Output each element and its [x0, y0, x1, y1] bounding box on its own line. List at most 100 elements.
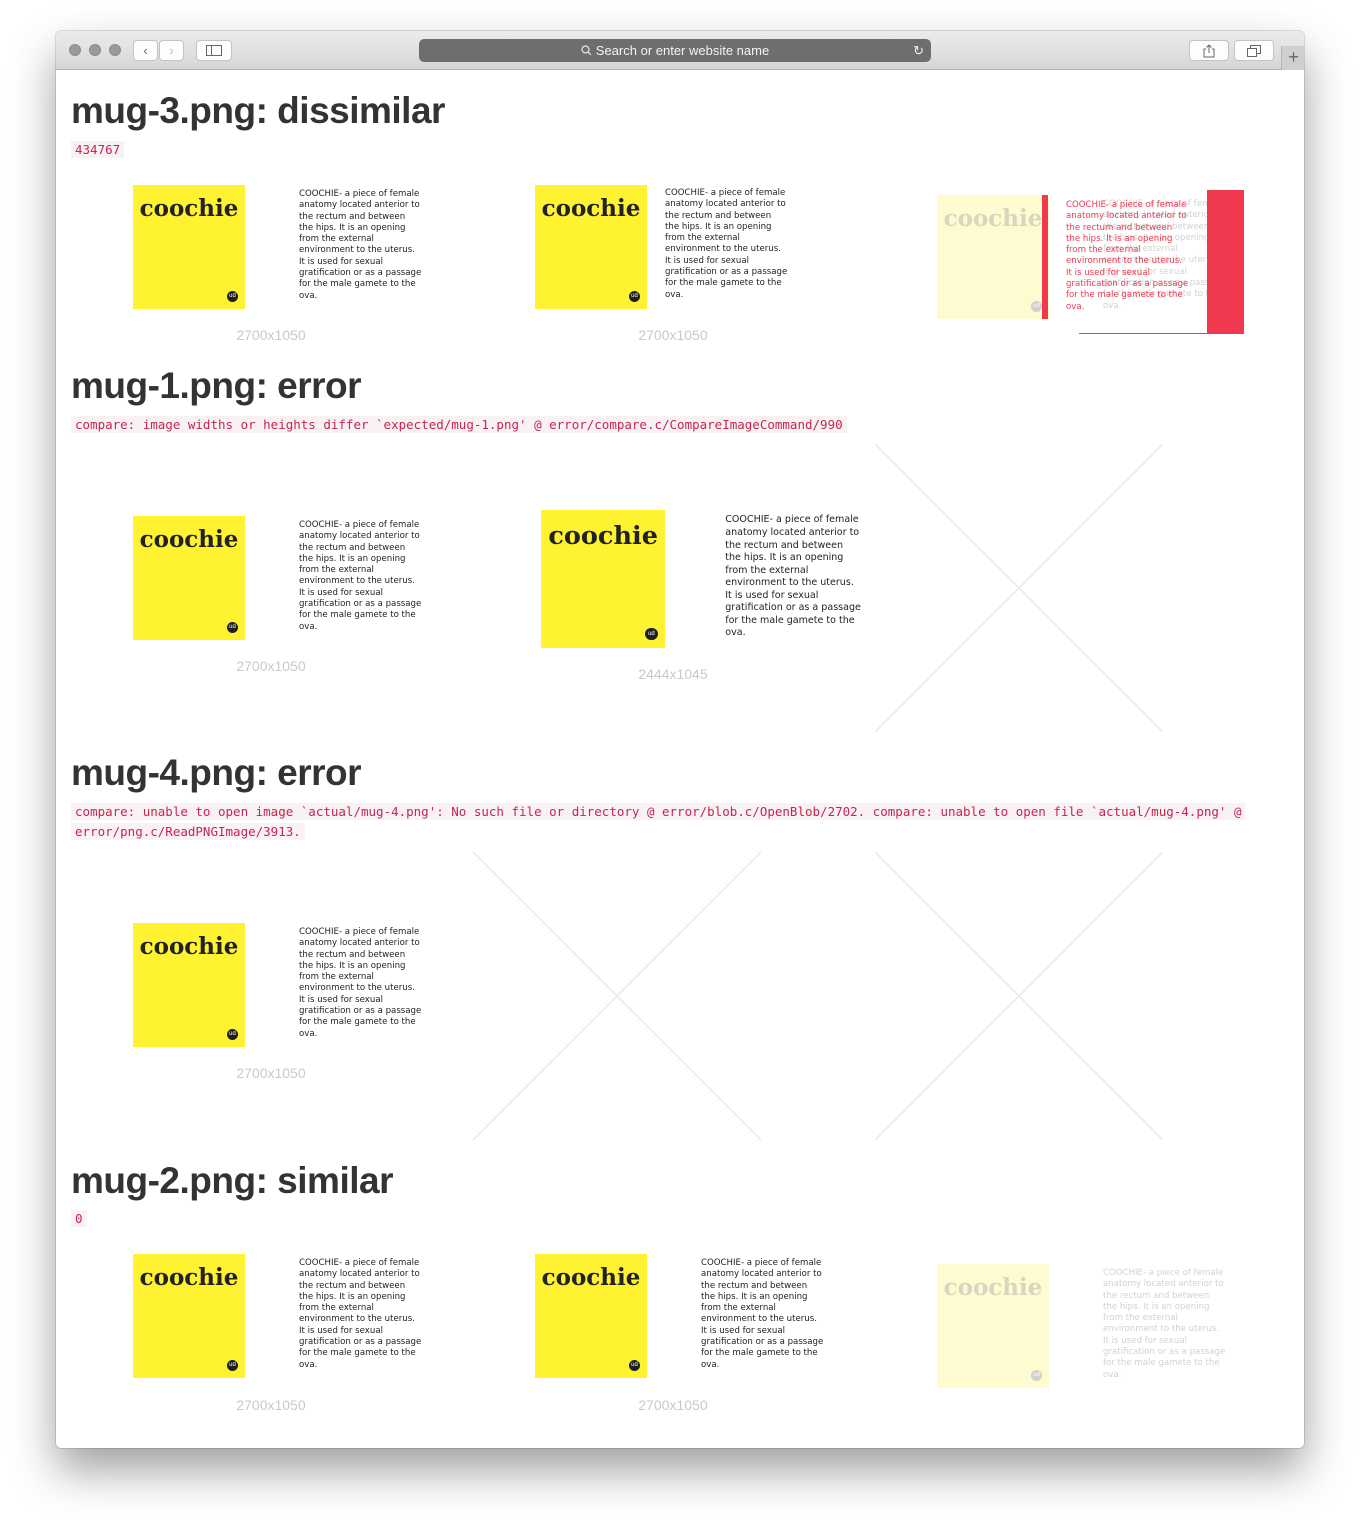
- diff-red-line: [1079, 333, 1244, 334]
- desc-line: ova.: [1066, 301, 1085, 312]
- section-title: mug-2.png: similar: [71, 1160, 393, 1201]
- mug-description: COOCHIE- a piece of female anatomy locate…: [701, 1258, 823, 1371]
- logo-badge-icon: ud: [227, 622, 238, 633]
- desc-line: It is used for sexual: [1066, 267, 1150, 278]
- desc-line: ova.: [299, 1028, 318, 1039]
- desc-line: for the male gamete to the: [299, 1017, 416, 1028]
- desc-line: from the external: [299, 565, 374, 576]
- desc-line: the rectum and between: [665, 210, 772, 221]
- image-dimensions: 2700x1050: [638, 1397, 708, 1413]
- expected-image: coochie ud COOCHIE- a piece of female anato…: [133, 185, 433, 309]
- desc-line: the hips. It is an opening: [1103, 1301, 1210, 1312]
- desc-line: for the male gamete to the: [299, 1348, 416, 1359]
- image-dimensions: 2700x1050: [638, 327, 708, 343]
- desc-line: environment to the uterus.: [701, 1314, 817, 1325]
- desc-line: anatomy located anterior to: [299, 938, 420, 949]
- desc-line: anatomy located anterior to: [299, 1269, 420, 1280]
- back-icon: ‹: [143, 43, 148, 58]
- minimize-window-button[interactable]: [89, 44, 101, 56]
- section-title: mug-4.png: error: [71, 752, 362, 793]
- desc-line: It is used for sexual: [299, 587, 383, 598]
- error-message: compare: unable to open image `actual/mu…: [71, 802, 1293, 842]
- mug-word: coochie: [943, 1274, 1043, 1301]
- desc-line: the hips. It is an opening: [701, 1291, 808, 1302]
- desc-line: gratification or as a passage: [1066, 279, 1189, 290]
- error-message-line: compare: unable to open image `actual/mu…: [71, 803, 1246, 820]
- desc-line: environment to the uterus.: [1103, 1324, 1219, 1335]
- mug-artwork: coochie ud: [535, 185, 647, 309]
- desc-line: the rectum and between: [701, 1280, 808, 1291]
- address-bar[interactable]: Search or enter website name ↻: [419, 39, 931, 62]
- desc-line: for the male gamete to the: [299, 279, 416, 290]
- desc-line: ova.: [1103, 1369, 1122, 1380]
- logo-badge-icon: ud: [629, 291, 640, 302]
- mug-artwork: coochie ud: [133, 185, 245, 309]
- logo-badge-icon: ud: [1031, 301, 1042, 312]
- desc-line: gratification or as a passage: [1103, 1347, 1226, 1358]
- sidebar-button[interactable]: [196, 40, 232, 61]
- mug-word: coochie: [541, 195, 641, 222]
- mug-description: COOCHIE- a piece of female anatomy locate…: [299, 189, 421, 302]
- browser-window: ‹ › Search or enter website name ↻ + mug…: [56, 31, 1304, 1448]
- zoom-window-button[interactable]: [109, 44, 121, 56]
- logo-badge-icon: ud: [227, 1360, 238, 1371]
- share-button[interactable]: [1189, 40, 1229, 61]
- desc-line: for the male gamete to the: [299, 610, 416, 621]
- desc-line: COOCHIE- a piece of female: [299, 1258, 420, 1268]
- desc-line: the rectum and between: [299, 211, 406, 222]
- desc-line: from the external: [299, 972, 374, 983]
- expected-image: coochie ud COOCHIE- a piece of female anato…: [133, 1254, 433, 1378]
- desc-line: gratification or as a passage: [701, 1337, 824, 1348]
- result-code-text: 434767: [71, 141, 125, 158]
- error-message-line: error/png.c/ReadPNGImage/3913.: [71, 823, 305, 840]
- desc-line: It is used for sexual: [665, 255, 749, 266]
- address-placeholder: Search or enter website name: [595, 43, 770, 58]
- desc-line: the hips. It is an opening: [299, 222, 406, 233]
- error-message-text: compare: image widths or heights differ …: [71, 416, 847, 433]
- desc-line: the rectum and between: [1066, 222, 1173, 233]
- desc-line: It is used for sexual: [299, 1325, 383, 1336]
- desc-line: anatomy located anterior to: [299, 531, 420, 542]
- desc-line: ova.: [701, 1359, 720, 1370]
- mug-description: COOCHIE- a piece of female anatomy locate…: [299, 520, 421, 633]
- desc-line: the rectum and between: [299, 949, 406, 960]
- mug-artwork: coochie ud: [937, 195, 1049, 319]
- desc-line: COOCHIE- a piece of female: [299, 927, 420, 937]
- mug-artwork: coochie ud: [133, 923, 245, 1047]
- diff-red-block: [1207, 190, 1244, 334]
- reload-icon[interactable]: ↻: [913, 39, 924, 62]
- desc-line: It is used for sexual: [725, 589, 819, 601]
- desc-line: for the male gamete to the: [1103, 1358, 1220, 1369]
- desc-line: for the male gamete to the: [725, 614, 855, 626]
- new-tab-button[interactable]: +: [1281, 46, 1304, 70]
- sidebar-icon: [206, 45, 222, 56]
- actual-image: coochie ud COOCHIE- a piece of female anato…: [535, 1254, 835, 1378]
- desc-line: anatomy located anterior to: [665, 199, 786, 210]
- desc-line: the hips. It is an opening: [1066, 233, 1173, 244]
- tabs-button[interactable]: [1234, 40, 1274, 61]
- image-dimensions: 2700x1050: [236, 1065, 306, 1081]
- logo-badge-icon: ud: [629, 1360, 640, 1371]
- desc-line: the hips. It is an opening: [299, 553, 406, 564]
- forward-button[interactable]: ›: [159, 40, 184, 61]
- back-button[interactable]: ‹: [133, 40, 158, 61]
- mug-artwork: coochie ud: [133, 1254, 245, 1378]
- desc-line: ova.: [725, 627, 746, 639]
- desc-line: COOCHIE- a piece of female: [299, 189, 420, 199]
- desc-line: for the male gamete to the: [1066, 290, 1183, 301]
- image-dimensions: 2700x1050: [236, 327, 306, 343]
- mug-word: coochie: [139, 526, 239, 553]
- close-window-button[interactable]: [69, 44, 81, 56]
- desc-line: COOCHIE- a piece of female: [299, 520, 420, 530]
- desc-line: the hips. It is an opening: [665, 221, 772, 232]
- desc-line: COOCHIE- a piece of female: [1103, 1268, 1224, 1278]
- diff-image: coochie ud COOCHIE- a piece of female anato…: [937, 1264, 1237, 1388]
- desc-line: It is used for sexual: [299, 994, 383, 1005]
- desc-line: anatomy located anterior to: [299, 200, 420, 211]
- desc-line: environment to the uterus.: [299, 1314, 415, 1325]
- desc-line: It is used for sexual: [299, 256, 383, 267]
- mug-word: coochie: [548, 521, 658, 552]
- desc-line: gratification or as a passage: [299, 1006, 422, 1017]
- desc-line: for the male gamete to the: [701, 1348, 818, 1359]
- desc-line: COOCHIE- a piece of female: [725, 514, 859, 526]
